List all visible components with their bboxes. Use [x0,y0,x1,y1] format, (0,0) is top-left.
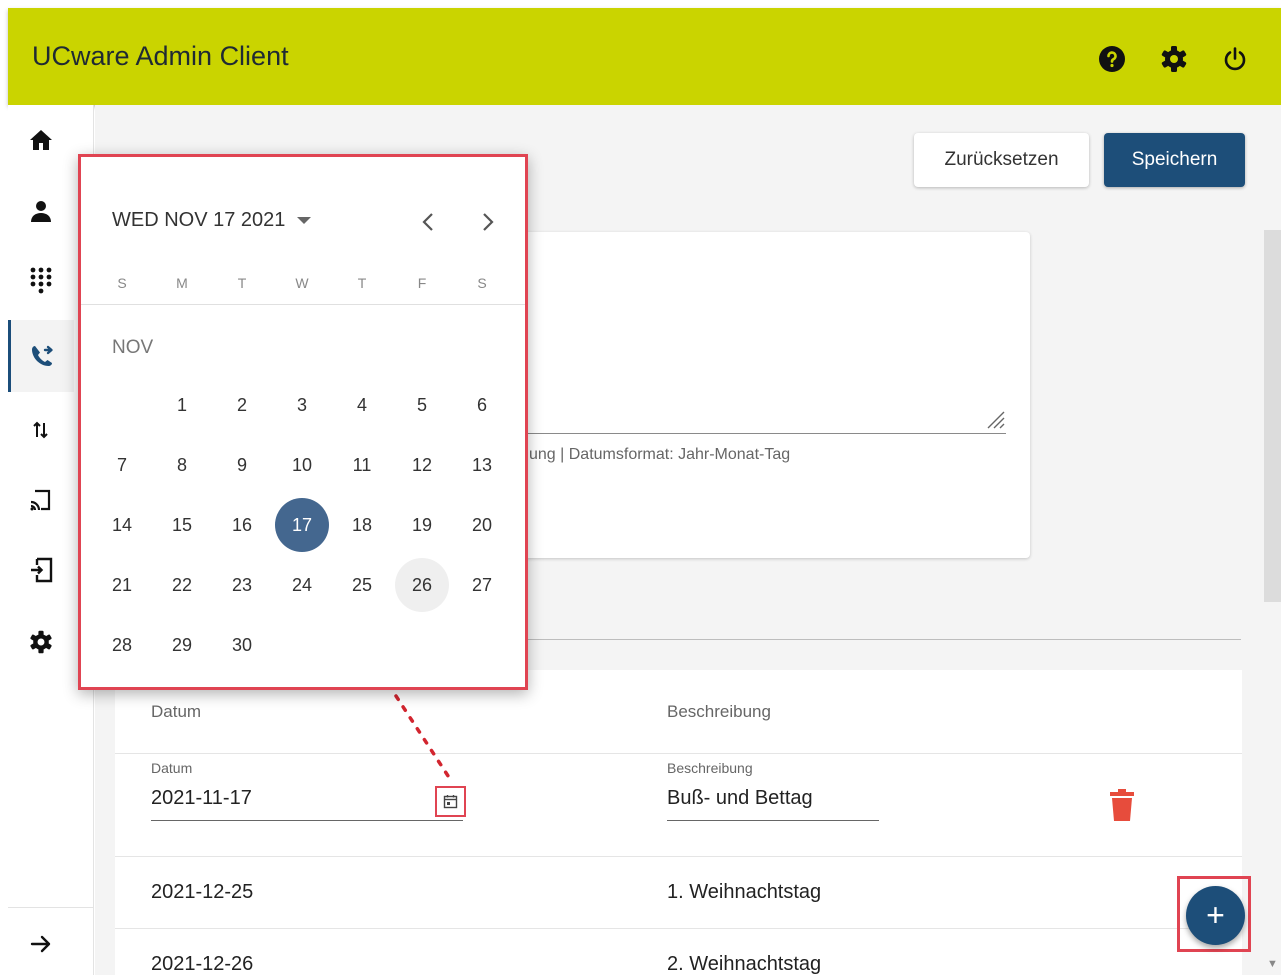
previous-month-button[interactable] [413,207,443,237]
row-divider [115,753,1242,754]
weekday-label: T [357,275,367,291]
calendar-day[interactable]: 3 [275,378,329,432]
calendar-day[interactable]: 15 [155,498,209,552]
calendar-day[interactable]: 28 [95,618,149,672]
form-card [516,232,1030,558]
calendar-day[interactable]: 8 [155,438,209,492]
help-icon[interactable] [1097,44,1127,74]
save-button[interactable]: Speichern [1104,133,1245,187]
calendar-day[interactable]: 20 [455,498,509,552]
next-month-button[interactable] [473,207,503,237]
picker-divider [81,304,525,305]
chevron-right-icon [483,213,494,231]
date-field-label: Datum [151,760,193,776]
calendar-day[interactable]: 12 [395,438,449,492]
date-format-hint: ung | Datumsformat: Jahr-Monat-Tag [529,446,791,463]
picker-year-month-toggle[interactable]: WED NOV 17 2021 [112,209,312,232]
sidebar-item-transfer[interactable] [8,397,74,463]
sidebar-item-login[interactable] [8,537,74,603]
gear-icon [30,630,52,654]
calendar-day-selected[interactable]: 17 [275,498,329,552]
chevron-left-icon [422,213,433,231]
calendar-day[interactable]: 27 [455,558,509,612]
calendar-day[interactable]: 16 [215,498,269,552]
weekday-label: S [477,275,487,291]
calendar-day[interactable]: 14 [95,498,149,552]
calendar-day[interactable]: 26 [395,558,449,612]
gear-icon[interactable] [1159,44,1189,74]
weekday-label: S [117,275,127,291]
calendar-day[interactable]: 2 [215,378,269,432]
calendar-button[interactable] [435,786,466,817]
weekday-label: M [176,275,188,291]
cast-icon [30,489,51,511]
weekday-label: T [237,275,247,291]
sidebar-item-call-forward[interactable] [8,320,74,392]
calendar-day[interactable]: 11 [335,438,389,492]
date-field[interactable]: 2021-11-17 [151,787,252,810]
weekday-label: W [295,275,309,291]
date-picker: WED NOV 17 2021 S M T W T F S NOV 123456… [78,154,528,690]
textarea-underline [516,433,1006,434]
description-field-underline [667,820,879,821]
calendar-day[interactable]: 19 [395,498,449,552]
column-header-date: Datum [151,702,202,721]
month-label: NOV [112,337,154,358]
calendar-day[interactable]: 24 [275,558,329,612]
table-cell-date: 2021-12-26 [151,953,254,975]
sidebar-item-settings[interactable] [8,609,74,675]
calendar-day[interactable]: 7 [95,438,149,492]
sidebar-divider [8,907,94,908]
scrollbar-thumb[interactable] [1264,230,1281,602]
add-row-button[interactable]: + [1186,886,1245,945]
calendar-day[interactable]: 30 [215,618,269,672]
calendar-icon [443,795,458,809]
app-title: UCware Admin Client [32,41,289,71]
calendar-day[interactable]: 18 [335,498,389,552]
calendar-day[interactable]: 9 [215,438,269,492]
dialpad-icon [30,267,52,294]
calendar-day[interactable]: 25 [335,558,389,612]
sidebar-item-dialpad[interactable] [8,248,74,314]
date-field-underline [151,820,463,821]
reset-button[interactable]: Zurücksetzen [914,133,1089,187]
calendar-day[interactable]: 23 [215,558,269,612]
calendar-day[interactable]: 4 [335,378,389,432]
sidebar-item-cast[interactable] [8,467,74,533]
top-app-bar: UCware Admin Client [8,8,1281,105]
column-header-description: Beschreibung [667,702,771,721]
row-divider [115,856,1242,857]
calendar-day[interactable]: 10 [275,438,329,492]
picker-selected-date: WED NOV 17 2021 [112,209,286,231]
table-cell-date: 2021-12-25 [151,881,254,903]
home-icon [30,130,52,150]
calendar-day[interactable]: 22 [155,558,209,612]
weekday-label: F [417,275,427,291]
sidebar-item-home[interactable] [8,107,74,173]
calendar-day[interactable]: 29 [155,618,209,672]
description-field[interactable]: Buß- und Bettag [667,787,813,810]
call-forward-icon [31,345,53,366]
row-divider [115,928,1242,929]
calendar-day[interactable]: 13 [455,438,509,492]
delete-icon[interactable] [1108,788,1136,822]
caret-down-icon [297,217,312,224]
sidebar-collapse-button[interactable] [8,911,74,975]
description-field-label: Beschreibung [667,760,753,776]
power-icon[interactable] [1220,44,1250,74]
table-cell-description: 2. Weihnachtstag [667,953,822,975]
table-cell-description: 1. Weihnachtstag [667,881,822,903]
calendar-day[interactable]: 21 [95,558,149,612]
login-icon [31,557,53,583]
arrow-right-icon [30,935,51,953]
resize-handle-icon[interactable] [984,408,1006,430]
calendar-day[interactable]: 6 [455,378,509,432]
section-divider [516,639,1241,640]
calendar-day[interactable]: 5 [395,378,449,432]
user-icon [31,201,51,222]
sidebar-item-user[interactable] [8,178,74,244]
scroll-down-icon[interactable]: ▼ [1267,958,1278,970]
calendar-day[interactable]: 1 [155,378,209,432]
transfer-icon [33,421,48,439]
